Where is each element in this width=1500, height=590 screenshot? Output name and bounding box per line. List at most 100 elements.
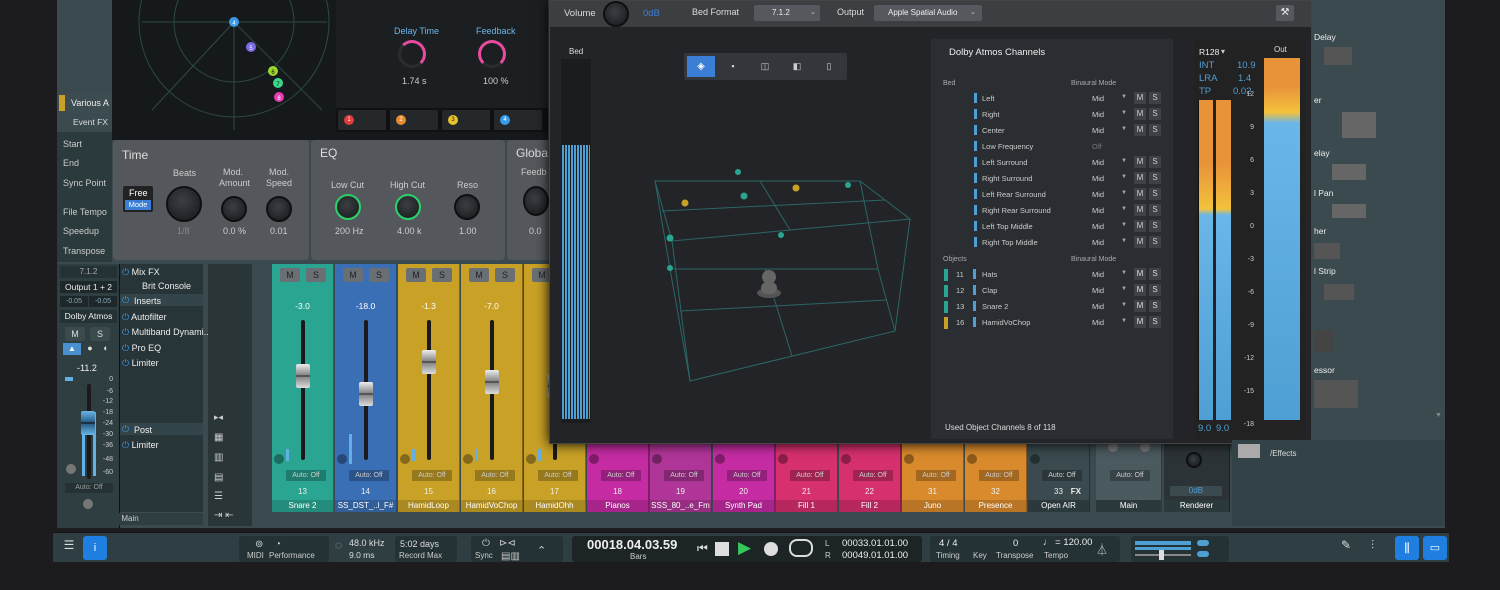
collapse-icon[interactable]: ⇥ ⇤: [214, 510, 234, 521]
channel-name[interactable]: HamidOhh: [524, 500, 585, 512]
view-side-icon[interactable]: ◧: [783, 56, 811, 77]
plugin-thumb[interactable]: [1332, 204, 1366, 218]
plugin-thumb[interactable]: [1314, 243, 1340, 259]
global-feedback-knob[interactable]: [523, 186, 549, 216]
chevron-down-icon[interactable]: ▼: [1121, 190, 1127, 196]
binaural-mode-select[interactable]: Mid: [1092, 110, 1104, 119]
channel-name[interactable]: Synth Pad: [713, 500, 774, 512]
chevron-down-icon[interactable]: ▾: [1221, 47, 1225, 56]
browse-icon[interactable]: ▭: [1423, 536, 1447, 560]
sync-group[interactable]: ⏻ Sync ⊳⊲ ▤▥ ⌃: [471, 536, 563, 562]
fx-slot-3[interactable]: 3: [442, 110, 490, 130]
channel-name[interactable]: Presence: [965, 500, 1026, 512]
insert-limiter[interactable]: ⏻ Limiter: [122, 358, 159, 369]
power-icon[interactable]: ⏻: [122, 424, 129, 435]
record-icon[interactable]: [967, 454, 977, 464]
bed-channel-row[interactable]: Left Rear Surround Mid ▼ M S: [974, 187, 1174, 203]
binaural-mode-select[interactable]: Mid: [1092, 238, 1104, 247]
high-cut-knob[interactable]: [395, 194, 421, 220]
solo-button[interactable]: S: [1149, 268, 1161, 280]
record-max-group[interactable]: 5:02 days Record Max: [395, 536, 457, 562]
tempo-group[interactable]: 4 / 4 Timing Key 0 Transpose ♩ = 120.00 …: [930, 536, 1120, 562]
mute-button[interactable]: M: [1134, 92, 1146, 104]
object-dot[interactable]: [845, 182, 851, 188]
channel-name[interactable]: Fill 1: [776, 500, 837, 512]
solo-button[interactable]: S: [1149, 92, 1161, 104]
binaural-mode-select[interactable]: Mid: [1092, 206, 1104, 215]
binaural-mode-select[interactable]: Mid: [1092, 302, 1104, 311]
record-icon[interactable]: [841, 454, 851, 464]
bed-channel-row[interactable]: Right Top Middle Mid ▼ M S: [974, 235, 1174, 251]
chevron-down-icon[interactable]: ▼: [1121, 222, 1127, 228]
mute-button[interactable]: M: [469, 268, 489, 282]
mute-button[interactable]: M: [1134, 188, 1146, 200]
volume-slider-thumb[interactable]: [1159, 550, 1164, 560]
object-dot[interactable]: [666, 234, 674, 242]
mute-button[interactable]: M: [1134, 108, 1146, 120]
solo-button[interactable]: S: [495, 268, 515, 282]
plugin-thumb[interactable]: [1324, 47, 1352, 65]
list-icon[interactable]: ☰: [214, 491, 223, 502]
power-icon[interactable]: ⏻: [122, 295, 129, 306]
object-channel-row[interactable]: 12 Clap Mid ▼ M S: [944, 283, 1174, 299]
solo-button[interactable]: S: [1149, 204, 1161, 216]
binaural-mode-select[interactable]: Mid: [1092, 286, 1104, 295]
mute-button[interactable]: M: [1134, 204, 1146, 216]
binaural-mode-select[interactable]: Mid: [1092, 190, 1104, 199]
view-front-icon[interactable]: ◫: [751, 56, 779, 77]
power-icon[interactable]: [83, 499, 93, 509]
mute-button[interactable]: M: [343, 268, 363, 282]
object-dot[interactable]: [681, 199, 689, 207]
toggle[interactable]: [1197, 540, 1209, 546]
mute-button[interactable]: M: [406, 268, 426, 282]
mod-amount-knob[interactable]: [221, 196, 247, 222]
expand-icon[interactable]: ▸◂: [214, 412, 223, 423]
chevron-down-icon[interactable]: ▼: [1121, 286, 1127, 292]
bed-channel-row[interactable]: Right Mid ▼ M S: [974, 107, 1174, 123]
chevron-down-icon[interactable]: ▼: [1121, 110, 1127, 116]
mute-button[interactable]: M: [1134, 316, 1146, 328]
menu-icon[interactable]: ☰: [59, 538, 79, 558]
fader-cap[interactable]: [296, 364, 310, 388]
object-channel-row[interactable]: 11 Hats Mid ▼ M S: [944, 267, 1174, 283]
record-icon[interactable]: [337, 454, 347, 464]
tempo-value[interactable]: ♩ = 120.00: [1043, 537, 1092, 548]
record-icon[interactable]: [652, 454, 662, 464]
sequence-track-header[interactable]: Various A: [57, 93, 112, 113]
console-icon[interactable]: ⫼: [1395, 536, 1419, 560]
solo-button[interactable]: S: [1149, 188, 1161, 200]
channel-name[interactable]: Juno: [902, 500, 963, 512]
object-dot[interactable]: [735, 169, 741, 175]
time-signature[interactable]: 4 / 4: [939, 538, 958, 549]
mix-fx-label[interactable]: ⏻ Mix FX: [122, 267, 160, 278]
fold-icon[interactable]: ▤▥: [501, 551, 520, 562]
free-mode-toggle[interactable]: Free Mode: [123, 186, 153, 212]
chevron-down-icon[interactable]: ▼: [1121, 126, 1127, 132]
mute-button[interactable]: M: [280, 268, 300, 282]
channel-name[interactable]: Snare 2: [272, 500, 333, 512]
bed-format-select[interactable]: 7.1.2 ⌄: [754, 5, 820, 21]
solo-button[interactable]: S: [1149, 284, 1161, 296]
object-dot[interactable]: [667, 265, 673, 271]
browser-item[interactable]: elay: [1314, 148, 1330, 158]
automation-mode[interactable]: Auto: Off: [979, 470, 1019, 481]
plugin-thumb[interactable]: [1314, 330, 1334, 352]
chevron-down-icon[interactable]: ▼: [1121, 238, 1127, 244]
fader-cap[interactable]: [485, 370, 499, 394]
fader-cap[interactable]: [422, 350, 436, 374]
mute-button[interactable]: M: [1134, 124, 1146, 136]
rewind-icon[interactable]: ⏮: [697, 541, 708, 556]
view-top-icon[interactable]: ▪: [719, 56, 747, 77]
solo-button[interactable]: S: [1149, 124, 1161, 136]
record-icon[interactable]: [589, 454, 599, 464]
channel-name[interactable]: Main: [1096, 500, 1161, 512]
position-display[interactable]: 00018.04.03.59: [587, 537, 677, 552]
volume-knob[interactable]: [603, 1, 629, 27]
record-icon[interactable]: [778, 454, 788, 464]
mute-button[interactable]: M: [1134, 172, 1146, 184]
effects-path[interactable]: /Effects: [1270, 449, 1297, 458]
channel-name[interactable]: Open AIR: [1028, 500, 1089, 512]
record-icon[interactable]: [764, 542, 778, 556]
fx-slot-4[interactable]: 4: [494, 110, 542, 130]
chevron-down-icon[interactable]: ▼: [1121, 318, 1127, 324]
